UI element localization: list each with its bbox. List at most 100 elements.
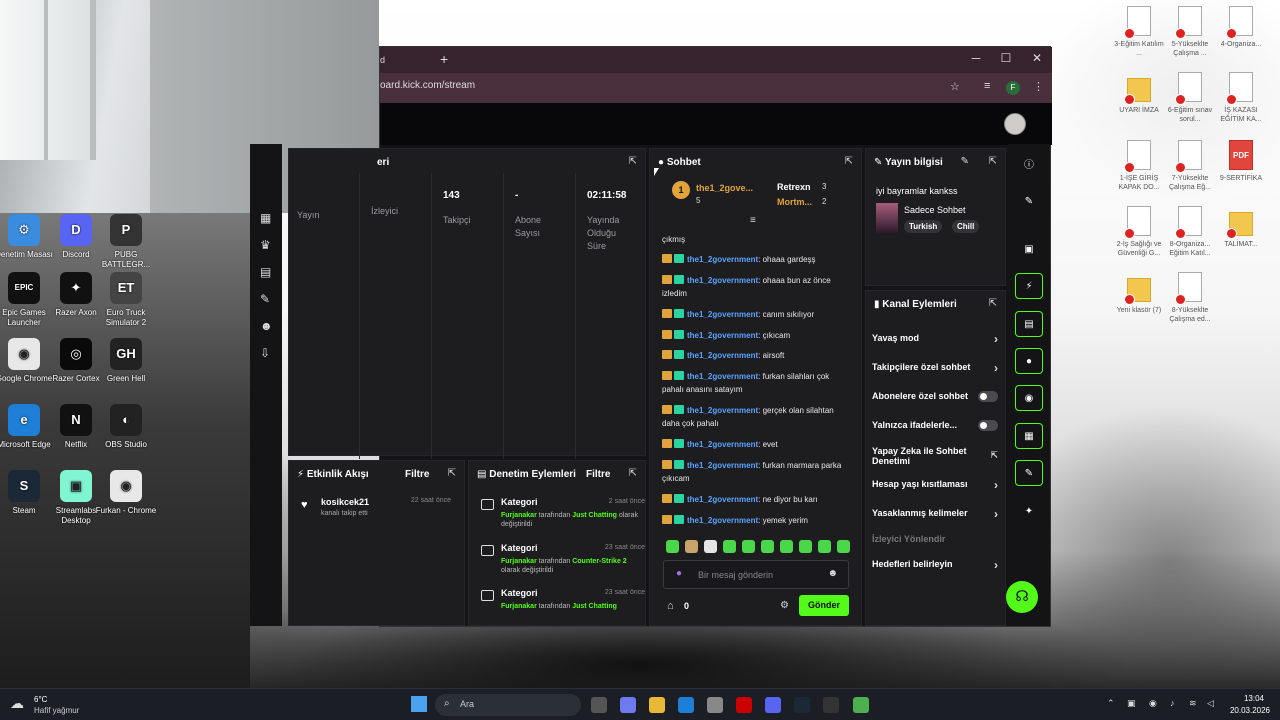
- maximize-icon[interactable]: ☐: [996, 51, 1016, 65]
- chat-username[interactable]: the1_2government: [687, 331, 758, 340]
- task-view-icon[interactable]: [591, 697, 607, 713]
- download-icon[interactable]: ⇩: [260, 346, 270, 360]
- chat-username[interactable]: the1_2government: [687, 461, 758, 470]
- user-avatar[interactable]: [1004, 113, 1026, 135]
- desktop-icon[interactable]: GH Green Hell: [94, 338, 158, 384]
- channel-action-item[interactable]: Yasaklanmış kelimeler ›: [872, 507, 998, 521]
- emote-icon[interactable]: [704, 540, 717, 553]
- expand-icon[interactable]: ⇱: [989, 298, 997, 309]
- media-icon[interactable]: ≡: [984, 80, 990, 92]
- desktop-file[interactable]: 3-Eğitim Katılım ...: [1112, 6, 1166, 58]
- video-icon[interactable]: ▤: [260, 265, 271, 279]
- weather-icon[interactable]: ☁: [10, 695, 24, 712]
- star-icon[interactable]: ☆: [950, 80, 960, 93]
- leaderboard-top-user[interactable]: the1_2gove...: [696, 183, 753, 193]
- desktop-file[interactable]: 1-İŞE GİRİŞ KAPAK DO...: [1112, 140, 1166, 192]
- desktop-file[interactable]: Yeni klasör (7): [1112, 272, 1166, 315]
- desktop-file[interactable]: TALİMAT...: [1214, 206, 1268, 249]
- browser-tab[interactable]: d: [380, 51, 440, 73]
- clipboard-icon[interactable]: ▤: [1015, 311, 1043, 337]
- expand-icon[interactable]: ⇱: [629, 468, 637, 479]
- moderation-filter-button[interactable]: Filtre: [586, 469, 610, 480]
- steam-icon[interactable]: [794, 697, 810, 713]
- search-box[interactable]: ⌕ Ara: [435, 694, 581, 716]
- desktop-file[interactable]: UYARI İMZA: [1112, 72, 1166, 115]
- weather-text[interactable]: Hafif yağmur: [34, 706, 79, 715]
- chat-username[interactable]: the1_2government: [687, 310, 758, 319]
- channel-action-item[interactable]: Takipçilere özel sohbet ›: [872, 361, 998, 375]
- mic-icon[interactable]: ●: [676, 568, 682, 579]
- clock-date[interactable]: 20.03.2026: [1224, 706, 1276, 715]
- emote-icon[interactable]: [742, 540, 755, 553]
- chat-bubble-icon[interactable]: ●: [1015, 348, 1043, 374]
- channel-action-item[interactable]: Hedefleri belirleyin ›: [872, 558, 998, 572]
- share-icon[interactable]: ✦: [1015, 498, 1043, 524]
- desktop-icon[interactable]: ◉ Furkan - Chrome: [94, 470, 158, 516]
- expand-icon[interactable]: ⇱: [629, 156, 637, 167]
- emote-icon[interactable]: [837, 540, 850, 553]
- microphone-icon[interactable]: ♪: [1170, 698, 1175, 708]
- event-filter-button[interactable]: Filtre: [405, 469, 429, 480]
- desktop-file[interactable]: 5-Yükseklte Çalışma ...: [1163, 6, 1217, 58]
- chat-input[interactable]: ● Bir mesaj gönderin ☻: [663, 560, 849, 589]
- wifi-icon[interactable]: ≋: [1189, 698, 1197, 709]
- chat-username[interactable]: the1_2government: [687, 440, 758, 449]
- tray-icon[interactable]: ▣: [1127, 698, 1136, 709]
- layout-icon[interactable]: ▦: [1015, 423, 1043, 449]
- expand-icon[interactable]: ⇱: [448, 468, 456, 479]
- tray-icon[interactable]: ◉: [1149, 698, 1157, 709]
- emote-icon[interactable]: [761, 540, 774, 553]
- leaderboard-user-2[interactable]: Retrexn: [777, 182, 811, 192]
- new-tab-button[interactable]: +: [440, 51, 448, 67]
- users-icon[interactable]: ☻: [260, 319, 273, 333]
- desktop-file[interactable]: 2-İş Sağlığı ve Güvenliği G...: [1112, 206, 1166, 258]
- chat-username[interactable]: the1_2government: [687, 406, 758, 415]
- channel-action-item[interactable]: Yalnızca ifadelerle...: [872, 420, 998, 431]
- broadcast-icon[interactable]: ◉: [1015, 385, 1043, 411]
- pencil-icon[interactable]: ✎: [1015, 188, 1043, 214]
- close-icon[interactable]: ✕: [1027, 51, 1047, 65]
- url-text[interactable]: oard.kick.com/stream: [380, 80, 475, 91]
- toggle-switch[interactable]: [978, 420, 998, 431]
- desktop-icon[interactable]: ET Euro Truck Simulator 2: [94, 272, 158, 328]
- netflix-icon[interactable]: [736, 697, 752, 713]
- desktop-file[interactable]: 8-Yükseklte Çalışma ed...: [1163, 272, 1217, 324]
- collapse-icon[interactable]: ≡: [750, 215, 756, 226]
- desktop-file[interactable]: PDF 9-SERTİFİKA: [1214, 140, 1268, 183]
- discord-icon[interactable]: [765, 697, 781, 713]
- desktop-icon[interactable]: P PUBG BATTLEGR...: [94, 214, 158, 270]
- start-icon[interactable]: [411, 696, 427, 712]
- weather-temp[interactable]: 6°C: [34, 695, 47, 704]
- lightning-icon[interactable]: ⚡: [1015, 273, 1043, 299]
- chat-username[interactable]: the1_2government: [687, 495, 758, 504]
- emote-icon[interactable]: [666, 540, 679, 553]
- emote-icon[interactable]: [799, 540, 812, 553]
- wrench-icon[interactable]: ✎: [260, 292, 270, 306]
- expand-icon[interactable]: ⇱: [989, 156, 997, 167]
- volume-icon[interactable]: ◁: [1207, 698, 1214, 709]
- desktop-file[interactable]: 8-Organiza... Eğitim Katıl...: [1163, 206, 1217, 258]
- edge-icon[interactable]: [678, 697, 694, 713]
- headset-icon[interactable]: ☊: [1006, 581, 1038, 613]
- trophy-icon[interactable]: ♛: [260, 238, 271, 252]
- chat-username[interactable]: the1_2government: [687, 372, 758, 381]
- channel-action-item[interactable]: Yapay Zeka ile Sohbet Denetimi ⇱: [872, 446, 998, 466]
- channel-action-item[interactable]: Yavaş mod ›: [872, 332, 998, 346]
- emote-icon[interactable]: [780, 540, 793, 553]
- desktop-file[interactable]: 4-Organiza...: [1214, 6, 1268, 49]
- chat-username[interactable]: the1_2government: [687, 276, 758, 285]
- chevron-up-icon[interactable]: ⌃: [1107, 698, 1115, 709]
- emote-icon[interactable]: [723, 540, 736, 553]
- desktop-file[interactable]: 7-Yükseklte Çalışma Eğ...: [1163, 140, 1217, 192]
- analytics-icon[interactable]: ▦: [260, 211, 271, 225]
- desktop-file[interactable]: İŞ KAZASI EĞİTİM KA...: [1214, 72, 1268, 124]
- leaderboard-user-3[interactable]: Mortm...: [777, 197, 812, 207]
- toggle-switch[interactable]: [978, 391, 998, 402]
- store-icon[interactable]: [707, 697, 723, 713]
- menu-icon[interactable]: ⋮: [1033, 80, 1044, 93]
- expand-icon[interactable]: ⇱: [845, 156, 853, 167]
- wrench-icon[interactable]: ✎: [1015, 460, 1043, 486]
- minimize-icon[interactable]: ─: [966, 51, 986, 65]
- desktop-icon[interactable]: ◐ OBS Studio: [94, 404, 158, 450]
- chat-username[interactable]: the1_2government: [687, 351, 758, 360]
